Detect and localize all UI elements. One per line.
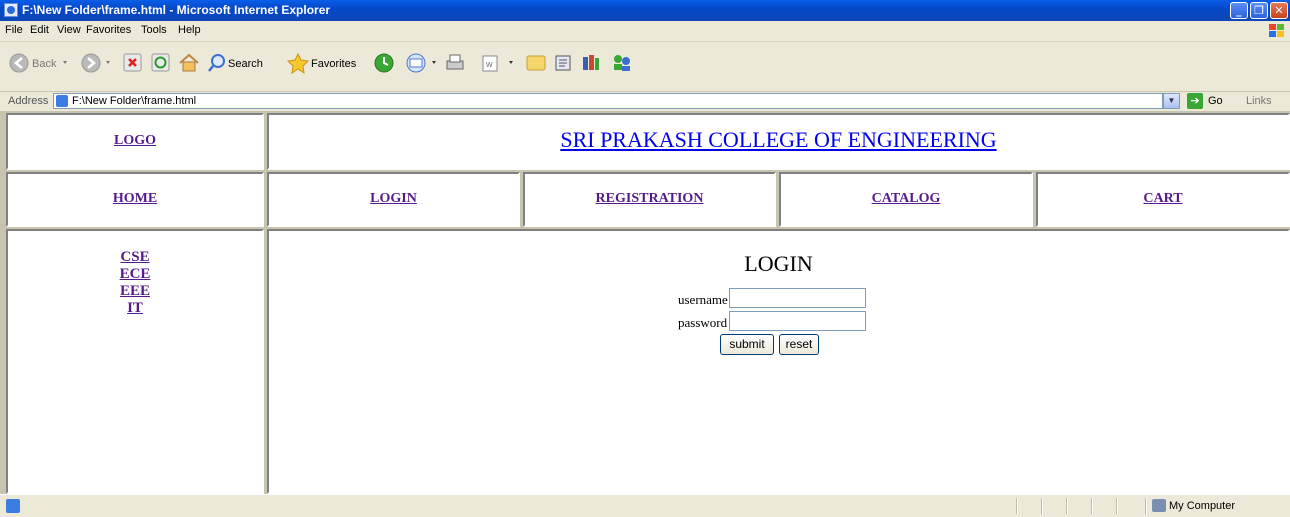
favorites-label: Favorites — [311, 58, 357, 70]
status-divider — [1145, 498, 1147, 514]
address-bar: Address F:\New Folder\frame.html ▼ ➔ Go … — [0, 92, 1290, 112]
status-divider — [1016, 498, 1018, 514]
search-button[interactable]: Search — [208, 52, 278, 74]
print-icon[interactable] — [444, 52, 466, 74]
mail-icon[interactable] — [405, 52, 441, 74]
menu-favorites[interactable]: Favorites — [86, 24, 131, 36]
username-label: username — [678, 292, 728, 307]
dept-eee-link[interactable]: EEE — [8, 283, 262, 300]
back-label: Back — [32, 58, 57, 70]
college-name-link[interactable]: SRI PRAKASH COLLEGE OF ENGINEERING — [560, 127, 996, 152]
messenger-icon[interactable] — [610, 52, 634, 74]
menu-view[interactable]: View — [57, 24, 81, 36]
page-icon — [56, 95, 68, 107]
menu-file[interactable]: File — [5, 24, 23, 36]
history-icon[interactable] — [373, 52, 395, 74]
nav-login-link[interactable]: LOGIN — [370, 191, 417, 206]
status-divider — [1041, 498, 1043, 514]
registration-frame: REGISTRATION — [523, 172, 776, 227]
dept-it-link[interactable]: IT — [8, 300, 262, 317]
back-button[interactable]: Back — [8, 52, 72, 74]
status-divider — [1091, 498, 1093, 514]
toolbar: Back Search Favorites W — [0, 42, 1290, 92]
go-button[interactable]: Go — [1208, 95, 1223, 107]
cart-frame: CART — [1036, 172, 1290, 227]
page-status-icon — [6, 499, 20, 513]
title-frame: SRI PRAKASH COLLEGE OF ENGINEERING — [267, 113, 1290, 170]
research-icon[interactable] — [553, 52, 575, 74]
frameset: LOGO SRI PRAKASH COLLEGE OF ENGINEERING … — [0, 111, 1290, 494]
minimize-button[interactable]: _ — [1230, 2, 1248, 19]
forward-button[interactable] — [80, 52, 116, 74]
close-button[interactable]: ✕ — [1270, 2, 1288, 19]
nav-cart-link[interactable]: CART — [1143, 191, 1182, 206]
security-zone-label: My Computer — [1169, 500, 1236, 512]
menu-help[interactable]: Help — [178, 24, 201, 36]
media-icon[interactable] — [580, 52, 602, 74]
department-list: CSE ECE EEE IT — [8, 231, 262, 317]
logo-frame: LOGO — [6, 113, 264, 170]
nav-registration-link[interactable]: REGISTRATION — [596, 191, 704, 206]
links-button[interactable]: Links — [1246, 95, 1272, 107]
reset-button[interactable]: reset — [779, 334, 819, 355]
address-input[interactable]: F:\New Folder\frame.html — [53, 93, 1163, 109]
computer-icon — [1152, 499, 1166, 512]
edit-icon[interactable]: W — [480, 52, 520, 74]
discuss-icon[interactable] — [525, 52, 547, 74]
nav-home-link[interactable]: HOME — [113, 191, 157, 206]
go-arrow-icon[interactable]: ➔ — [1187, 93, 1203, 109]
status-divider — [1066, 498, 1068, 514]
menu-tools[interactable]: Tools — [141, 24, 167, 36]
departments-frame: CSE ECE EEE IT — [6, 229, 264, 494]
title-bar: F:\New Folder\frame.html - Microsoft Int… — [0, 0, 1290, 21]
search-label: Search — [228, 58, 263, 70]
home-frame: HOME — [6, 172, 264, 227]
login-nav-frame: LOGIN — [267, 172, 520, 227]
username-field[interactable] — [729, 288, 866, 308]
login-heading: LOGIN — [744, 251, 813, 276]
svg-text:W: W — [486, 62, 493, 69]
maximize-button[interactable]: ❐ — [1250, 2, 1268, 19]
stop-icon[interactable] — [123, 52, 143, 74]
refresh-icon[interactable] — [151, 52, 171, 74]
windows-logo-icon — [1269, 24, 1284, 37]
password-label: password — [678, 315, 728, 330]
password-field[interactable] — [729, 311, 866, 331]
menu-bar: File Edit View Favorites Tools Help — [0, 21, 1290, 42]
home-icon[interactable] — [177, 52, 201, 74]
nav-catalog-link[interactable]: CATALOG — [872, 191, 941, 206]
login-content-frame: LOGIN username password submit reset — [267, 229, 1290, 494]
dept-cse-link[interactable]: CSE — [8, 249, 262, 266]
address-url: F:\New Folder\frame.html — [72, 95, 197, 107]
address-label: Address — [8, 95, 49, 107]
catalog-frame: CATALOG — [779, 172, 1033, 227]
window-title: F:\New Folder\frame.html - Microsoft Int… — [22, 3, 331, 17]
address-dropdown-icon[interactable]: ▼ — [1163, 93, 1180, 109]
submit-button[interactable]: submit — [720, 334, 774, 355]
dept-ece-link[interactable]: ECE — [8, 266, 262, 283]
status-bar: My Computer — [0, 494, 1290, 517]
status-divider — [1116, 498, 1118, 514]
logo-link[interactable]: LOGO — [114, 133, 156, 148]
ie-page-icon — [4, 3, 18, 17]
menu-edit[interactable]: Edit — [30, 24, 49, 36]
favorites-button[interactable]: Favorites — [287, 52, 367, 74]
